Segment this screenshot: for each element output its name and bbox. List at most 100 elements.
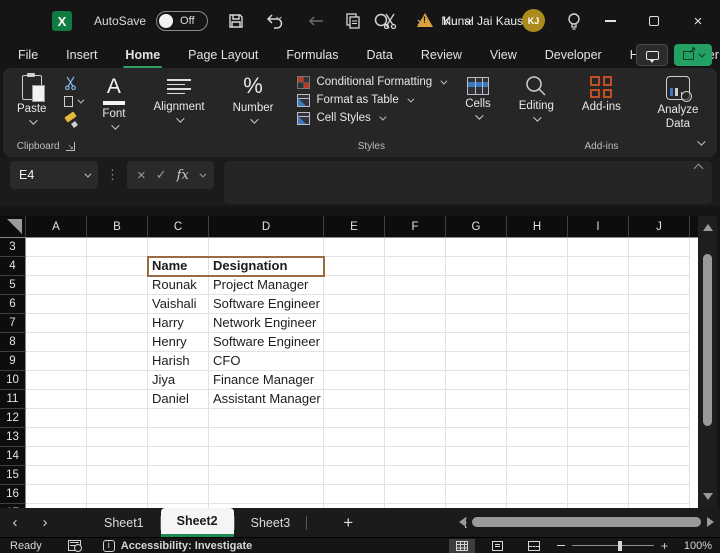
cell-F14[interactable]	[385, 447, 446, 466]
column-header-B[interactable]: B	[87, 216, 148, 237]
cell-B6[interactable]	[87, 295, 148, 314]
row-header-4[interactable]: 4	[0, 257, 26, 276]
cell-J6[interactable]	[629, 295, 690, 314]
lightbulb-icon[interactable]	[564, 11, 584, 31]
cell-H4[interactable]	[507, 257, 568, 276]
cell-H6[interactable]	[507, 295, 568, 314]
tab-file[interactable]: File	[16, 44, 40, 66]
cell-B7[interactable]	[87, 314, 148, 333]
expand-formula-bar-icon[interactable]	[694, 164, 704, 174]
cell-G13[interactable]	[446, 428, 507, 447]
save-icon[interactable]	[226, 11, 246, 31]
cell-A11[interactable]	[26, 390, 87, 409]
format-as-table-button[interactable]: Format as Table	[297, 91, 411, 109]
cell-F4[interactable]	[385, 257, 446, 276]
cell-B3[interactable]	[87, 238, 148, 257]
cell-G16[interactable]	[446, 485, 507, 504]
tab-view[interactable]: View	[488, 44, 519, 66]
row-header-14[interactable]: 14	[0, 447, 26, 466]
cell-D9[interactable]: CFO	[209, 352, 324, 371]
cell-E7[interactable]	[324, 314, 385, 333]
cells-menu-button[interactable]: Cells	[457, 73, 499, 120]
cell-I6[interactable]	[568, 295, 629, 314]
name-box[interactable]: E4	[10, 161, 98, 189]
clipboard-dialog-launcher-icon[interactable]	[66, 142, 75, 151]
zoom-slider-handle[interactable]	[618, 541, 622, 551]
column-header-C[interactable]: C	[148, 216, 209, 237]
cell-J16[interactable]	[629, 485, 690, 504]
zoom-in-icon[interactable]: +	[661, 539, 668, 553]
cell-F8[interactable]	[385, 333, 446, 352]
cell-C6[interactable]: Vaishali	[148, 295, 209, 314]
cell-G11[interactable]	[446, 390, 507, 409]
cell-H10[interactable]	[507, 371, 568, 390]
cell-G14[interactable]	[446, 447, 507, 466]
cell-F10[interactable]	[385, 371, 446, 390]
cell-J4[interactable]	[629, 257, 690, 276]
cell-H7[interactable]	[507, 314, 568, 333]
cell-A9[interactable]	[26, 352, 87, 371]
cell-E8[interactable]	[324, 333, 385, 352]
cell-D16[interactable]	[209, 485, 324, 504]
cell-B10[interactable]	[87, 371, 148, 390]
cell-G15[interactable]	[446, 466, 507, 485]
cell-G6[interactable]	[446, 295, 507, 314]
tab-developer[interactable]: Developer	[543, 44, 604, 66]
cell-J10[interactable]	[629, 371, 690, 390]
undo-icon[interactable]	[263, 11, 289, 31]
cell-A15[interactable]	[26, 466, 87, 485]
cell-C7[interactable]: Harry	[148, 314, 209, 333]
cell-G8[interactable]	[446, 333, 507, 352]
cell-E10[interactable]	[324, 371, 385, 390]
cell-D12[interactable]	[209, 409, 324, 428]
horizontal-scroll-track[interactable]	[472, 517, 701, 527]
insert-function-icon[interactable]: fx	[177, 168, 189, 183]
scroll-up-icon[interactable]	[703, 224, 713, 231]
cell-D10[interactable]: Finance Manager	[209, 371, 324, 390]
cell-I11[interactable]	[568, 390, 629, 409]
cell-C12[interactable]	[148, 409, 209, 428]
row-header-15[interactable]: 15	[0, 466, 26, 485]
cell-A4[interactable]	[26, 257, 87, 276]
cell-H15[interactable]	[507, 466, 568, 485]
cell-J14[interactable]	[629, 447, 690, 466]
cell-J3[interactable]	[629, 238, 690, 257]
vertical-scrollbar[interactable]	[698, 216, 717, 508]
cell-I10[interactable]	[568, 371, 629, 390]
column-header-H[interactable]: H	[507, 216, 568, 237]
prev-sheet-icon[interactable]: ‹	[0, 514, 30, 531]
cell-C5[interactable]: Rounak	[148, 276, 209, 295]
cell-I3[interactable]	[568, 238, 629, 257]
zoom-slider[interactable]	[572, 545, 654, 547]
maximize-button[interactable]	[632, 0, 676, 42]
copy-button[interactable]	[64, 94, 82, 109]
cell-F11[interactable]	[385, 390, 446, 409]
font-menu-button[interactable]: A Font	[94, 73, 133, 130]
tab-page-layout[interactable]: Page Layout	[186, 44, 260, 66]
cell-G4[interactable]	[446, 257, 507, 276]
cell-G3[interactable]	[446, 238, 507, 257]
tab-data[interactable]: Data	[364, 44, 394, 66]
page-layout-view-button[interactable]	[485, 539, 511, 553]
cell-D6[interactable]: Software Engineer	[209, 295, 324, 314]
cell-H9[interactable]	[507, 352, 568, 371]
cell-E15[interactable]	[324, 466, 385, 485]
accessibility-status[interactable]: Accessibility: Investigate	[121, 540, 252, 552]
tab-home[interactable]: Home	[123, 44, 162, 66]
scroll-down-icon[interactable]	[703, 493, 713, 500]
cell-C8[interactable]: Henry	[148, 333, 209, 352]
cell-D11[interactable]: Assistant Manager	[209, 390, 324, 409]
cell-E16[interactable]	[324, 485, 385, 504]
next-sheet-icon[interactable]: ›	[30, 514, 60, 531]
sheet-tab-sheet3[interactable]: Sheet3	[235, 508, 307, 537]
column-header-D[interactable]: D	[209, 216, 324, 237]
cell-E9[interactable]	[324, 352, 385, 371]
cell-A6[interactable]	[26, 295, 87, 314]
cell-B16[interactable]	[87, 485, 148, 504]
cell-B4[interactable]	[87, 257, 148, 276]
cell-H14[interactable]	[507, 447, 568, 466]
cell-E11[interactable]	[324, 390, 385, 409]
cell-B9[interactable]	[87, 352, 148, 371]
row-header-6[interactable]: 6	[0, 295, 26, 314]
enter-icon[interactable]: ✓	[156, 167, 167, 183]
